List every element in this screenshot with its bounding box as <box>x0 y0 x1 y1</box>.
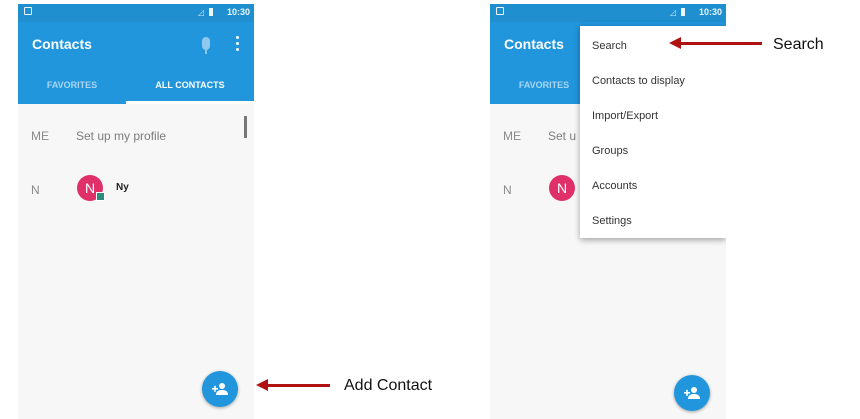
status-time: 10:30 <box>698 7 722 17</box>
tab-favorites[interactable]: FAVORITES <box>18 66 126 104</box>
notification-icon <box>24 7 32 15</box>
overflow-menu: Search Contacts to display Import/Export… <box>580 26 726 238</box>
menu-item-groups[interactable]: Groups <box>592 145 628 157</box>
avatar-badge-icon <box>96 192 105 201</box>
tab-all-contacts[interactable]: ALL CONTACTS <box>126 66 254 104</box>
menu-item-import-export[interactable]: Import/Export <box>592 110 658 122</box>
annotation-arrow-search <box>669 37 762 49</box>
battery-icon <box>681 8 685 16</box>
contact-name[interactable]: Ny <box>116 182 129 193</box>
add-person-icon <box>684 387 700 399</box>
menu-item-accounts[interactable]: Accounts <box>592 180 637 192</box>
app-bar: Contacts <box>18 22 254 66</box>
profile-letter: ME <box>31 129 49 143</box>
phone-screen-menu-open: ◿ 10:30 Contacts FAVORITES ME Set u N N … <box>490 4 726 419</box>
setup-profile-item[interactable]: Set up my profile <box>76 129 166 143</box>
menu-item-contacts-to-display[interactable]: Contacts to display <box>592 75 685 87</box>
section-letter: N <box>503 183 512 197</box>
tab-bar: FAVORITES ALL CONTACTS <box>18 66 254 104</box>
menu-item-search[interactable]: Search <box>592 40 627 52</box>
status-bar: ◿ 10:30 <box>490 4 726 22</box>
app-title: Contacts <box>504 36 564 52</box>
profile-letter: ME <box>503 129 521 143</box>
section-letter: N <box>31 183 40 197</box>
annotation-search: Search <box>773 36 824 53</box>
status-bar: ◿ 10:30 <box>18 4 254 22</box>
notification-icon <box>496 7 504 15</box>
battery-icon <box>209 8 213 16</box>
setup-profile-item-truncated[interactable]: Set u <box>548 129 576 143</box>
add-person-icon <box>212 383 228 395</box>
add-contact-button[interactable] <box>202 371 238 407</box>
scrollbar[interactable] <box>244 116 247 138</box>
menu-item-settings[interactable]: Settings <box>592 215 632 227</box>
status-time: 10:30 <box>226 7 250 17</box>
signal-icon: ◿ <box>669 8 676 17</box>
app-title: Contacts <box>32 36 92 52</box>
phone-screen-contacts: ◿ 10:30 Contacts FAVORITES ALL CONTACTS … <box>18 4 254 419</box>
annotation-add-contact: Add Contact <box>344 377 433 394</box>
signal-icon: ◿ <box>197 8 204 17</box>
annotation-arrow-add-contact <box>256 379 330 391</box>
add-contact-button[interactable] <box>674 375 710 411</box>
more-options-icon[interactable] <box>236 36 240 52</box>
microphone-icon[interactable] <box>202 37 210 54</box>
avatar[interactable]: N <box>549 175 575 201</box>
